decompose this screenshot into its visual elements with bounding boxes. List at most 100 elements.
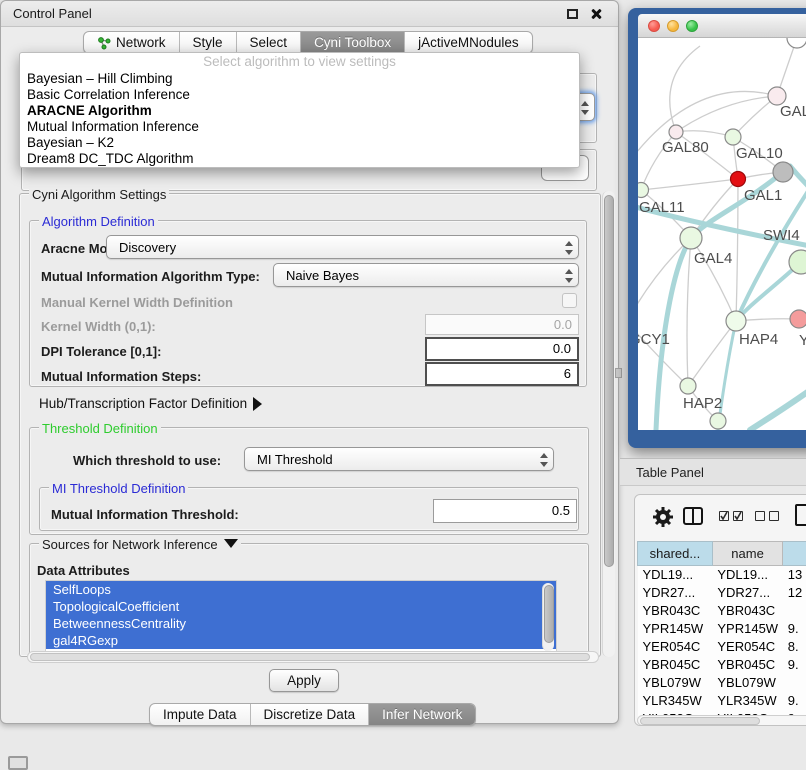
mi-threshold-group-title: MI Threshold Definition — [49, 481, 188, 496]
node-label: HAP4 — [739, 331, 778, 348]
node-hap4[interactable] — [726, 311, 746, 331]
close-traffic-button[interactable] — [648, 20, 660, 32]
which-threshold-label: Which threshold to use: — [73, 453, 221, 468]
mi-type-combo[interactable]: Naive Bayes — [273, 263, 579, 287]
table-row[interactable]: YER054CYER054C8. — [638, 638, 806, 656]
node-gal10[interactable] — [725, 129, 741, 145]
collapse-arrow-icon — [224, 539, 238, 548]
select-all-checks-icon[interactable] — [719, 511, 745, 523]
node-label: GAL1 — [744, 187, 782, 204]
table-panel-header: Table Panel — [620, 458, 806, 486]
node-hap2[interactable] — [680, 378, 696, 394]
node-red-selected[interactable] — [731, 172, 746, 187]
node-unlabeled[interactable] — [787, 38, 806, 48]
tab-discretize-data[interactable]: Discretize Data — [251, 704, 370, 725]
zoom-traffic-button[interactable] — [686, 20, 698, 32]
aracne-mode-combo[interactable]: Discovery — [106, 235, 579, 259]
list-vertical-scrollbar[interactable] — [542, 583, 554, 651]
tab-jactivemnodules[interactable]: jActiveMNodules — [405, 32, 532, 53]
node-gray[interactable] — [773, 162, 793, 182]
node-label: GAL11 — [639, 199, 685, 216]
new-table-icon[interactable] — [795, 504, 806, 526]
tab-infer-network[interactable]: Infer Network — [369, 704, 475, 725]
splitter-collapse-handle[interactable] — [615, 368, 622, 378]
algorithm-option[interactable]: Dream8 DC_TDC Algorithm — [20, 151, 579, 167]
dropdown-placeholder: Select algorithm to view settings — [20, 53, 579, 71]
control-panel-window: Control Panel Network Style Select Cyni … — [0, 0, 619, 724]
manual-kernel-checkbox[interactable] — [562, 293, 577, 308]
table-row[interactable]: YLR345WYLR345W9. — [638, 692, 806, 710]
stepper-arrows-icon — [539, 452, 548, 468]
algorithm-option[interactable]: Basic Correlation Inference — [20, 87, 579, 103]
column-header-clipped[interactable] — [783, 542, 806, 566]
column-header-shared-name[interactable]: shared... — [638, 542, 713, 566]
algorithm-definition-title: Algorithm Definition — [39, 214, 158, 229]
table-row[interactable]: YPR145WYPR145W9. — [638, 620, 806, 638]
algorithm-option[interactable]: Mutual Information Inference — [20, 119, 579, 135]
kernel-width-field[interactable]: 0.0 — [425, 314, 579, 335]
cyni-bottom-tabbar: Impute Data Discretize Data Infer Networ… — [149, 703, 476, 726]
node-gal11[interactable] — [638, 183, 649, 198]
mi-threshold-label: Mutual Information Threshold: — [51, 507, 239, 522]
which-threshold-combo[interactable]: MI Threshold — [244, 447, 554, 471]
list-item[interactable]: TopologicalCoefficient — [46, 598, 556, 615]
columns-icon[interactable] — [683, 507, 703, 525]
node-salmon[interactable] — [790, 310, 806, 328]
node-gal80[interactable] — [669, 125, 683, 139]
tab-impute-data[interactable]: Impute Data — [150, 704, 251, 725]
node-label: GAL4 — [694, 250, 732, 267]
table-row[interactable]: YBL079WYBL079W — [638, 674, 806, 692]
table-row[interactable]: YBR045CYBR045C9. — [638, 656, 806, 674]
window-title: Control Panel — [13, 6, 92, 21]
node-label: GAL10 — [736, 145, 783, 162]
tab-style[interactable]: Style — [180, 32, 237, 53]
list-item[interactable]: gal4RGexp — [46, 632, 556, 649]
table-row[interactable]: YDR27...YDR27...12 — [638, 584, 806, 602]
dpi-tolerance-field[interactable]: 0.0 — [425, 337, 579, 361]
manual-kernel-label: Manual Kernel Width Definition — [41, 295, 233, 310]
list-item[interactable]: BetweennessCentrality — [46, 615, 556, 632]
node-attribute-table: shared... name YDL19...YDL19...13 YDR27.… — [637, 541, 806, 726]
table-panel: shared... name YDL19...YDL19...13 YDR27.… — [634, 494, 806, 726]
data-attributes-list: SelfLoops TopologicalCoefficient Between… — [45, 580, 557, 652]
node-label: Y — [799, 332, 806, 349]
settings-vertical-scrollbar[interactable] — [602, 191, 615, 657]
node-label: GCY1 — [638, 331, 670, 348]
kernel-width-label: Kernel Width (0,1): — [41, 319, 156, 334]
list-item[interactable]: SelfLoops — [46, 581, 556, 598]
mi-threshold-field[interactable]: 0.5 — [433, 499, 577, 523]
minimized-panel-icon[interactable] — [8, 756, 28, 770]
expand-arrow-icon — [253, 397, 262, 411]
deselect-all-checks-icon[interactable] — [755, 511, 781, 523]
node-gal4[interactable] — [680, 227, 702, 249]
network-window-titlebar — [638, 14, 806, 38]
algorithm-option[interactable]: Bayesian – Hill Climbing — [20, 71, 579, 87]
stepper-arrows-icon — [564, 268, 573, 284]
table-row[interactable]: YDL19...YDL19...13 — [638, 566, 806, 584]
tab-network[interactable]: Network — [84, 32, 180, 53]
mi-type-label: Mutual Information Algorithm Type: — [41, 269, 260, 284]
node-bottom[interactable] — [710, 413, 726, 429]
tab-cyni-toolbox[interactable]: Cyni Toolbox — [301, 32, 405, 53]
mi-steps-field[interactable]: 6 — [425, 362, 579, 386]
gear-icon[interactable] — [651, 505, 675, 534]
float-window-icon[interactable] — [567, 9, 578, 19]
threshold-definition-title: Threshold Definition — [39, 421, 161, 436]
settings-horizontal-scrollbar[interactable] — [27, 651, 599, 663]
tab-select[interactable]: Select — [237, 32, 302, 53]
close-icon[interactable] — [590, 8, 602, 20]
column-header-name[interactable]: name — [712, 542, 782, 566]
algorithm-dropdown-list: Select algorithm to view settings Bayesi… — [19, 52, 580, 168]
hub-section-toggle[interactable]: Hub/Transcription Factor Definition — [39, 396, 262, 411]
algorithm-option[interactable]: Bayesian – K2 — [20, 135, 579, 151]
sources-group-title[interactable]: Sources for Network Inference — [39, 537, 241, 552]
control-panel-titlebar: Control Panel — [1, 1, 618, 27]
minimize-traffic-button[interactable] — [667, 20, 679, 32]
table-row[interactable]: YBR043CYBR043C — [638, 602, 806, 620]
network-canvas[interactable]: GAL GAL80 GAL10 GAL1 GAL11 SWI4 GAL4 GCY… — [638, 38, 806, 430]
settings-group-title: Cyni Algorithm Settings — [29, 187, 169, 202]
table-header-row: shared... name — [638, 542, 806, 566]
algorithm-option-selected[interactable]: ARACNE Algorithm — [20, 103, 579, 119]
apply-button[interactable]: Apply — [269, 669, 339, 692]
table-horizontal-scrollbar[interactable] — [637, 715, 806, 726]
